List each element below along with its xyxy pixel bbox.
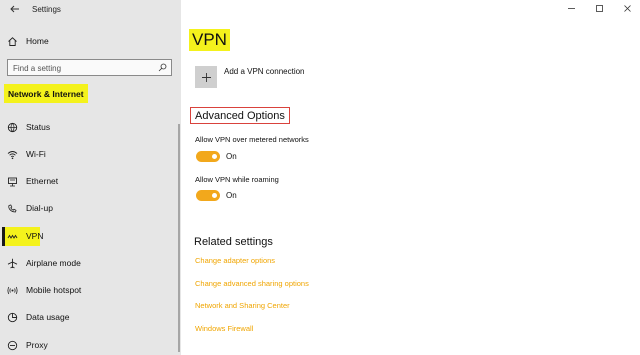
dialup-icon	[7, 203, 18, 214]
maximize-icon	[595, 4, 603, 12]
ethernet-icon	[7, 176, 18, 187]
search-input[interactable]	[13, 63, 153, 73]
back-arrow-icon[interactable]	[9, 3, 21, 15]
proxy-icon	[7, 340, 18, 351]
sidebar-item-label: Status	[26, 122, 51, 132]
airplane-icon	[7, 258, 18, 269]
search-field[interactable]	[7, 59, 172, 76]
sidebar-item-dialup[interactable]: Dial-up	[0, 199, 181, 217]
network-sharing-center-link[interactable]: Network and Sharing Center	[195, 301, 290, 310]
window-title: Settings	[32, 5, 61, 14]
plus-icon	[195, 66, 217, 88]
minimize-icon	[567, 7, 575, 9]
sidebar-item-wifi[interactable]: Wi-Fi	[0, 145, 181, 163]
sidebar: Settings Home Network & Internet Status …	[0, 0, 181, 355]
sidebar-item-label: Ethernet	[26, 176, 59, 186]
sidebar-item-label: Data usage	[26, 312, 70, 322]
sidebar-item-label: Home	[26, 36, 49, 46]
sidebar-item-label: VPN	[26, 231, 44, 241]
sidebar-item-ethernet[interactable]: Ethernet	[0, 172, 181, 190]
sidebar-item-vpn[interactable]: VPN	[0, 227, 181, 245]
title-bar: Settings	[0, 0, 181, 20]
sidebar-item-label: Airplane mode	[26, 258, 81, 268]
metered-networks-toggle[interactable]	[196, 151, 220, 162]
change-advanced-sharing-link[interactable]: Change advanced sharing options	[195, 279, 309, 288]
roaming-label: Allow VPN while roaming	[195, 175, 279, 184]
home-icon	[7, 36, 18, 47]
main-content: VPN Add a VPN connection Advanced Option…	[181, 0, 640, 355]
globe-icon	[7, 122, 18, 133]
sidebar-item-status[interactable]: Status	[0, 118, 181, 136]
sidebar-item-mobile-hotspot[interactable]: Mobile hotspot	[0, 281, 181, 299]
window-controls	[566, 3, 632, 13]
add-vpn-label: Add a VPN connection	[224, 66, 305, 76]
roaming-state: On	[226, 191, 237, 200]
sidebar-item-label: Dial-up	[26, 203, 53, 213]
sidebar-item-label: Wi-Fi	[26, 149, 46, 159]
change-adapter-options-link[interactable]: Change adapter options	[195, 256, 275, 265]
related-settings-heading: Related settings	[194, 236, 273, 248]
close-button[interactable]	[622, 3, 632, 13]
scrollbar[interactable]	[178, 124, 180, 352]
toggle-knob	[212, 154, 217, 159]
advanced-options-heading: Advanced Options	[190, 107, 290, 124]
sidebar-item-airplane-mode[interactable]: Airplane mode	[0, 254, 181, 272]
page-title: VPN	[192, 30, 227, 49]
wifi-icon	[7, 149, 18, 160]
maximize-button[interactable]	[594, 3, 604, 13]
data-usage-icon	[7, 312, 18, 323]
sidebar-item-label: Mobile hotspot	[26, 285, 82, 295]
toggle-knob	[212, 193, 217, 198]
sidebar-item-label: Proxy	[26, 340, 48, 350]
page-title-highlight: VPN	[189, 29, 230, 51]
metered-networks-state: On	[226, 152, 237, 161]
add-vpn-button[interactable]: Add a VPN connection	[195, 65, 305, 89]
sidebar-item-proxy[interactable]: Proxy	[0, 336, 181, 354]
roaming-toggle[interactable]	[196, 190, 220, 201]
metered-networks-label: Allow VPN over metered networks	[195, 135, 309, 144]
vpn-icon	[7, 231, 18, 242]
hotspot-icon	[7, 285, 18, 296]
minimize-button[interactable]	[566, 3, 576, 13]
windows-firewall-link[interactable]: Windows Firewall	[195, 324, 253, 333]
search-icon[interactable]	[158, 63, 167, 72]
section-heading: Network & Internet	[4, 84, 88, 103]
sidebar-item-home[interactable]: Home	[0, 32, 181, 50]
close-icon	[623, 4, 631, 12]
sidebar-item-data-usage[interactable]: Data usage	[0, 308, 181, 326]
